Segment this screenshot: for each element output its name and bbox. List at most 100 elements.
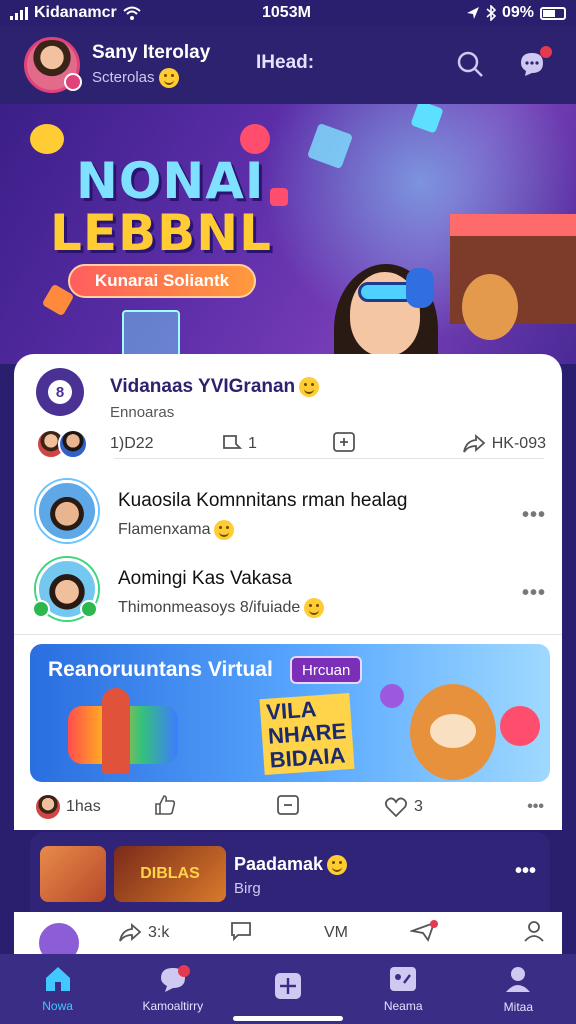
notification-dot	[540, 46, 552, 58]
bluetooth-icon	[486, 5, 496, 21]
battery-icon	[540, 6, 566, 20]
floating-cube	[240, 124, 270, 154]
post-title[interactable]: Vidanaas YVIGranan	[110, 376, 320, 398]
nav-home[interactable]: Nowa	[3, 957, 113, 1021]
group-logo-icon: 8	[36, 368, 84, 416]
nav-profile[interactable]: Mitaa	[463, 957, 573, 1021]
share-button[interactable]: 3:k	[118, 923, 169, 943]
heart-icon	[384, 797, 408, 818]
user-icon	[506, 967, 531, 992]
carrier-label: Kidanamcr	[34, 4, 117, 21]
promo-banner[interactable]: Reanoruuntans Virtual Hrcuan VILA NHARE …	[30, 644, 550, 782]
add-button[interactable]	[276, 794, 300, 821]
promo-actions: 1has 3 •••	[34, 792, 544, 822]
profile-avatar[interactable]	[24, 37, 82, 93]
comment-count: 1	[248, 435, 257, 452]
search-button[interactable]	[454, 48, 486, 80]
more-options-icon[interactable]: •••	[527, 798, 544, 816]
floating-cube	[30, 124, 64, 154]
post-subtitle: Ennoaras	[110, 404, 175, 421]
sheet-title: Paadamak	[234, 854, 348, 876]
list-item-title: Aomingi Kas Vakasa	[118, 568, 292, 589]
floating-cube	[500, 706, 540, 746]
status-right: 09%	[466, 4, 566, 22]
location-icon	[466, 7, 479, 19]
nav-games[interactable]: Neama	[348, 957, 458, 1021]
profile-button[interactable]	[522, 919, 546, 948]
promo-headline: VILA NHARE BIDAIA	[259, 692, 355, 776]
avatar	[58, 429, 88, 459]
status-left: Kidanamcr	[10, 4, 141, 22]
divider	[14, 634, 562, 635]
smile-emoji-icon	[304, 598, 325, 618]
share-count: 3:k	[148, 924, 170, 941]
like-button[interactable]	[154, 794, 176, 821]
send-button[interactable]	[408, 919, 438, 947]
nav-community[interactable]: Kamoaltirry	[118, 957, 228, 1021]
home-icon	[45, 967, 70, 991]
user-icon	[524, 920, 544, 942]
post-stat: 1)D22	[110, 435, 154, 452]
thumbs-up-icon	[155, 794, 176, 815]
person-illustration	[102, 688, 130, 774]
nav-label: Neama	[383, 999, 423, 1013]
user-subtitle: Scterolas	[92, 68, 210, 88]
smile-emoji-icon	[214, 520, 235, 540]
post-header[interactable]: 8	[36, 368, 84, 416]
more-options-icon[interactable]: •••	[522, 504, 546, 527]
smile-emoji-icon	[299, 376, 320, 397]
floating-cube	[270, 188, 288, 206]
search-icon	[457, 51, 483, 77]
hero-cta-button[interactable]: Kunarai Soliantk	[68, 264, 256, 298]
promo-section: Reanoruuntans Virtual Hrcuan VILA NHARE …	[14, 634, 562, 830]
user-block[interactable]: Sany Iterolay Scterolas	[92, 42, 210, 88]
comment-icon	[223, 435, 243, 449]
share-button[interactable]: HK-093	[462, 434, 546, 454]
headphones-icon	[406, 268, 434, 308]
sheet-subtitle: Birg	[234, 880, 261, 897]
online-badge	[80, 600, 98, 618]
comment-button[interactable]	[230, 921, 252, 946]
notification-dot	[177, 965, 190, 977]
nav-label: Nowa	[42, 999, 73, 1013]
avatar[interactable]	[34, 793, 62, 821]
avatar	[36, 480, 98, 542]
featured-sheet[interactable]: DIBLAS Paadamak Birg •••	[30, 832, 550, 912]
status-bar: Kidanamcr 1053M 09%	[0, 0, 576, 26]
sheet-thumbnails: DIBLAS	[40, 846, 226, 902]
home-indicator[interactable]	[233, 1016, 343, 1021]
chat-button[interactable]	[516, 46, 552, 80]
more-options-icon[interactable]: •••	[522, 582, 546, 605]
comment-button[interactable]: 1	[222, 434, 257, 454]
feed-card: 8 Vidanaas YVIGranan Ennoaras 1)D22 1 HK…	[14, 354, 562, 634]
promo-title: Reanoruuntans Virtual	[48, 658, 273, 681]
heart-button[interactable]: 3	[384, 796, 423, 818]
online-badge	[32, 600, 50, 618]
list-item[interactable]: Aomingi Kas Vakasa Thimonmeasoys 8/ifuia…	[32, 558, 546, 632]
action-label[interactable]: VM	[324, 924, 348, 942]
smile-emoji-icon	[327, 855, 348, 876]
header-title: IHead:	[256, 52, 315, 73]
promo-tag[interactable]: Hrcuan	[290, 656, 363, 684]
add-button[interactable]	[332, 431, 356, 458]
bear-face	[430, 714, 476, 748]
thumbnail-image	[40, 846, 106, 902]
avatar-badge	[64, 73, 82, 91]
teddy-bear-illustration	[462, 274, 518, 340]
app-header: Sany Iterolay Scterolas IHead:	[0, 26, 576, 104]
signal-icon	[10, 6, 28, 20]
list-item[interactable]: Kuaosila Komnnitans rman healag Flamenxa…	[36, 480, 546, 554]
more-options-icon[interactable]: •••	[515, 860, 536, 883]
reaction-count: 3	[414, 798, 423, 815]
smile-emoji-icon	[158, 68, 179, 88]
participant-avatars[interactable]	[36, 429, 88, 459]
action-bar: 3:k VM	[14, 912, 562, 966]
share-count: HK-093	[491, 435, 546, 452]
user-name: Sany Iterolay	[92, 42, 211, 63]
share-icon	[462, 434, 486, 453]
hero-title-line2: LEBBNL	[50, 204, 272, 262]
nav-create[interactable]	[233, 957, 343, 1021]
hero-banner[interactable]: NONAI LEBBNL Kunarai Soliantk	[0, 104, 576, 364]
share-icon	[119, 923, 142, 942]
list-item-subtitle: Thimonmeasoys 8/ifuiade	[118, 598, 325, 618]
